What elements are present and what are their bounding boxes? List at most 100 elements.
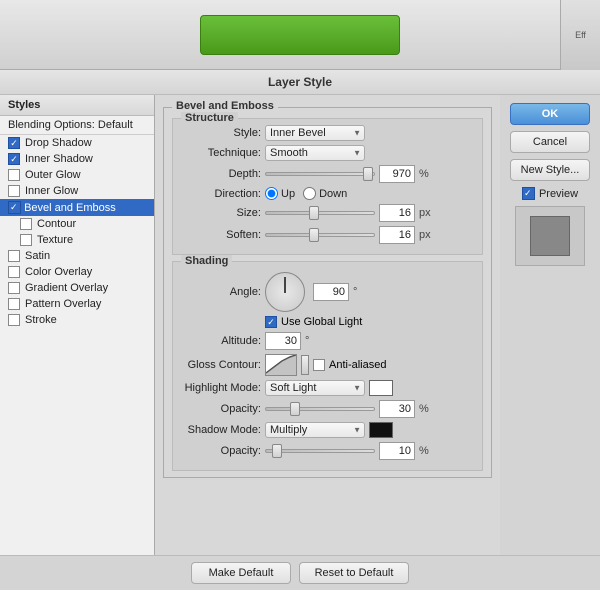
style-label: Style: — [181, 127, 261, 139]
color-overlay-checkbox[interactable] — [8, 266, 20, 278]
stroke-checkbox[interactable] — [8, 314, 20, 326]
preview-inner — [530, 216, 570, 256]
shadow-mode-select[interactable]: Multiply Normal — [265, 422, 365, 438]
direction-label: Direction: — [181, 188, 261, 200]
left-panel: Styles Blending Options: Default Drop Sh… — [0, 95, 155, 555]
shadow-mode-select-wrapper[interactable]: Multiply Normal — [265, 422, 365, 438]
effect-satin[interactable]: Satin — [0, 248, 154, 264]
highlight-opacity-slider[interactable] — [265, 407, 375, 411]
preview-checkbox[interactable] — [522, 187, 535, 200]
new-style-button[interactable]: New Style... — [510, 159, 590, 181]
ok-button[interactable]: OK — [510, 103, 590, 125]
contour-dropdown-arrow[interactable] — [301, 355, 309, 375]
effect-outer-glow[interactable]: Outer Glow — [0, 167, 154, 183]
dialog-body: Styles Blending Options: Default Drop Sh… — [0, 95, 600, 555]
angle-unit: ° — [353, 286, 357, 298]
depth-input[interactable] — [379, 165, 415, 183]
contour-preview[interactable] — [265, 354, 297, 376]
size-slider[interactable] — [265, 211, 375, 215]
highlight-color-swatch[interactable] — [369, 380, 393, 396]
shadow-opacity-input[interactable] — [379, 442, 415, 460]
angle-dial[interactable] — [265, 272, 305, 312]
shadow-opacity-thumb[interactable] — [272, 444, 282, 458]
effect-inner-shadow[interactable]: Inner Shadow — [0, 151, 154, 167]
shading-title: Shading — [181, 255, 232, 267]
global-light-label: Use Global Light — [281, 316, 362, 328]
global-light-row: Use Global Light — [265, 316, 474, 328]
bevel-emboss-label: Bevel and Emboss — [24, 202, 116, 214]
outer-glow-checkbox[interactable] — [8, 169, 20, 181]
highlight-mode-select-wrapper[interactable]: Soft Light Normal Screen — [265, 380, 365, 396]
preview-label-text: Preview — [539, 188, 578, 200]
inner-shadow-checkbox[interactable] — [8, 153, 20, 165]
altitude-unit: ° — [305, 335, 309, 347]
effect-color-overlay[interactable]: Color Overlay — [0, 264, 154, 280]
eff-label: Eff — [575, 30, 586, 40]
anti-aliased-checkbox[interactable] — [313, 359, 325, 371]
contour-checkbox[interactable] — [20, 218, 32, 230]
altitude-label: Altitude: — [181, 335, 261, 347]
preview-label-row: Preview — [522, 187, 578, 200]
texture-checkbox[interactable] — [20, 234, 32, 246]
gradient-overlay-checkbox[interactable] — [8, 282, 20, 294]
bevel-emboss-section-title: Bevel and Emboss — [172, 100, 278, 112]
bevel-emboss-checkbox[interactable] — [8, 201, 21, 214]
make-default-button[interactable]: Make Default — [191, 562, 291, 584]
shadow-mode-row: Shadow Mode: Multiply Normal — [181, 422, 474, 438]
center-panel: Bevel and Emboss Structure Style: Inner … — [155, 95, 500, 555]
technique-select-wrapper[interactable]: Smooth Chisel Hard — [265, 145, 365, 161]
inner-shadow-label: Inner Shadow — [25, 153, 93, 165]
stroke-label: Stroke — [25, 314, 57, 326]
effect-bevel-emboss[interactable]: Bevel and Emboss — [0, 199, 154, 216]
reset-default-button[interactable]: Reset to Default — [299, 562, 409, 584]
style-select-wrapper[interactable]: Inner Bevel Outer Bevel Emboss — [265, 125, 365, 141]
global-light-checkbox[interactable] — [265, 316, 277, 328]
gloss-contour-row: Gloss Contour: Anti-aliased — [181, 354, 474, 376]
shadow-color-swatch[interactable] — [369, 422, 393, 438]
highlight-mode-select[interactable]: Soft Light Normal Screen — [265, 380, 365, 396]
effect-stroke[interactable]: Stroke — [0, 312, 154, 328]
cancel-button[interactable]: Cancel — [510, 131, 590, 153]
style-select[interactable]: Inner Bevel Outer Bevel Emboss — [265, 125, 365, 141]
pattern-overlay-checkbox[interactable] — [8, 298, 20, 310]
drop-shadow-checkbox[interactable] — [8, 137, 20, 149]
angle-input[interactable] — [313, 283, 349, 301]
blend-options[interactable]: Blending Options: Default — [0, 116, 154, 135]
shadow-opacity-row: Opacity: % — [181, 442, 474, 460]
depth-row: Depth: % — [181, 165, 474, 183]
effect-contour[interactable]: Contour — [0, 216, 154, 232]
effect-inner-glow[interactable]: Inner Glow — [0, 183, 154, 199]
depth-unit: % — [419, 168, 429, 180]
color-overlay-label: Color Overlay — [25, 266, 92, 278]
technique-row: Technique: Smooth Chisel Hard — [181, 145, 474, 161]
soften-input[interactable] — [379, 226, 415, 244]
bevel-emboss-section: Bevel and Emboss Structure Style: Inner … — [163, 107, 492, 478]
size-slider-thumb[interactable] — [309, 206, 319, 220]
effect-texture[interactable]: Texture — [0, 232, 154, 248]
size-unit: px — [419, 207, 431, 219]
technique-select[interactable]: Smooth Chisel Hard — [265, 145, 365, 161]
soften-slider[interactable] — [265, 233, 375, 237]
highlight-opacity-thumb[interactable] — [290, 402, 300, 416]
inner-glow-checkbox[interactable] — [8, 185, 20, 197]
effect-drop-shadow[interactable]: Drop Shadow — [0, 135, 154, 151]
soften-row: Soften: px — [181, 226, 474, 244]
direction-down-radio[interactable] — [303, 187, 316, 200]
depth-slider[interactable] — [265, 172, 375, 176]
size-input[interactable] — [379, 204, 415, 222]
soften-slider-thumb[interactable] — [309, 228, 319, 242]
right-panel: OK Cancel New Style... Preview — [500, 95, 600, 555]
drop-shadow-label: Drop Shadow — [25, 137, 92, 149]
satin-checkbox[interactable] — [8, 250, 20, 262]
depth-slider-thumb[interactable] — [363, 167, 373, 181]
pattern-overlay-label: Pattern Overlay — [25, 298, 101, 310]
direction-down-item[interactable]: Down — [303, 187, 347, 200]
altitude-input[interactable] — [265, 332, 301, 350]
effect-pattern-overlay[interactable]: Pattern Overlay — [0, 296, 154, 312]
shadow-opacity-slider[interactable] — [265, 449, 375, 453]
direction-up-item[interactable]: Up — [265, 187, 295, 200]
highlight-opacity-row: Opacity: % — [181, 400, 474, 418]
effect-gradient-overlay[interactable]: Gradient Overlay — [0, 280, 154, 296]
highlight-opacity-input[interactable] — [379, 400, 415, 418]
direction-up-radio[interactable] — [265, 187, 278, 200]
